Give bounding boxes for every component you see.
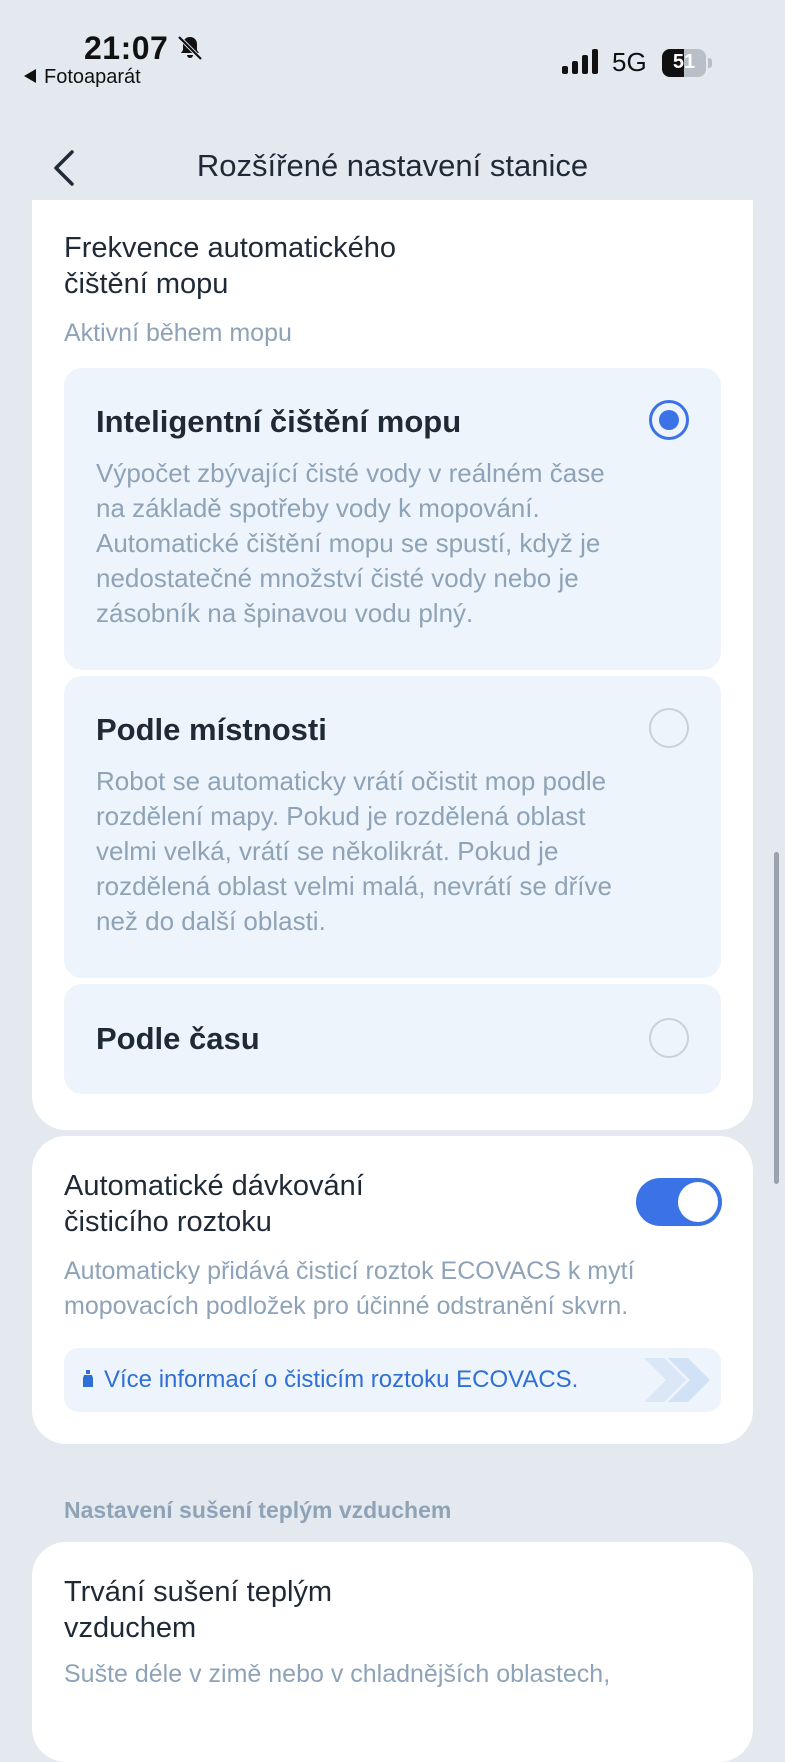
- battery-level: 51: [672, 51, 696, 73]
- cellular-signal-icon: [562, 49, 598, 74]
- option-by-room[interactable]: Podle místnosti Robot se automaticky vrá…: [64, 676, 721, 978]
- option-description: Výpočet zbývající čisté vody v reálném č…: [96, 458, 605, 628]
- network-type: 5G: [612, 47, 647, 77]
- ecovacs-solution-info-link[interactable]: Více informací o čisticím roztoku ECOVAC…: [64, 1348, 721, 1412]
- status-time: 21:07: [84, 30, 169, 66]
- option-label: Podle místnosti: [96, 712, 327, 747]
- radio-unselected[interactable]: [649, 1018, 689, 1058]
- radio-selected[interactable]: [649, 400, 689, 440]
- drying-duration-description: Sušte déle v zimě nebo v chladnějších ob…: [64, 1660, 611, 1688]
- page-title: Rozšířené nastavení stanice: [196, 148, 589, 183]
- scrollbar[interactable]: [774, 852, 779, 1184]
- option-label: Inteligentní čištění mopu: [96, 404, 462, 439]
- auto-dosing-title: Automatické dávkování čisticího roztoku: [64, 1170, 364, 1238]
- drying-duration-card[interactable]: Trvání sušení teplým vzduchem Sušte déle…: [32, 1542, 753, 1762]
- auto-dosing-description: Automaticky přidává čisticí roztok ECOVA…: [64, 1257, 635, 1320]
- back-triangle-icon: [24, 68, 36, 83]
- mop-frequency-card: Frekvence automatického čištění mopu Akt…: [32, 200, 753, 1130]
- bottle-icon: [83, 1370, 93, 1387]
- mop-frequency-subtitle: Aktivní během mopu: [64, 319, 292, 347]
- option-by-time[interactable]: Podle času: [64, 984, 721, 1094]
- option-label: Podle času: [96, 1021, 260, 1056]
- status-bar: 21:07 Fotoaparát 5G 51: [0, 0, 785, 100]
- auto-dosing-toggle[interactable]: [636, 1178, 722, 1226]
- chevrons-decoration-icon: [644, 1358, 710, 1402]
- option-description: Robot se automaticky vrátí očistit mop p…: [96, 766, 612, 936]
- back-to-app-link[interactable]: Fotoaparát: [24, 66, 141, 89]
- back-app-label: Fotoaparát: [44, 66, 141, 88]
- auto-dosing-card: Automatické dávkování čisticího roztoku …: [32, 1136, 753, 1444]
- radio-unselected[interactable]: [649, 708, 689, 748]
- bell-muted-icon: [177, 35, 203, 61]
- drying-section-label: Nastavení sušení teplým vzduchem: [64, 1497, 452, 1523]
- battery-icon: 51: [662, 49, 712, 77]
- info-link-text: Více informací o čisticím roztoku ECOVAC…: [104, 1366, 579, 1393]
- toggle-knob: [678, 1182, 718, 1222]
- option-intelligent-mop-cleaning[interactable]: Inteligentní čištění mopu Výpočet zbývaj…: [64, 368, 721, 670]
- mop-frequency-title: Frekvence automatického čištění mopu: [64, 232, 397, 300]
- drying-duration-title: Trvání sušení teplým vzduchem: [64, 1576, 333, 1644]
